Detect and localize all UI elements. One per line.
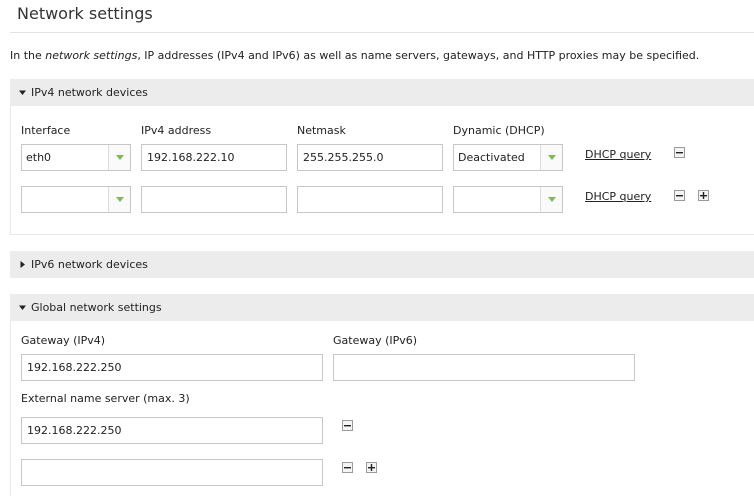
intro-suffix: , IP addresses (IPv4 and IPv6) as well a…	[137, 49, 700, 62]
dhcp-column-label: Dynamic (DHCP)	[453, 124, 545, 137]
global-section-header[interactable]: Global network settings	[10, 294, 754, 321]
minus-icon[interactable]	[342, 462, 353, 473]
nameserver-label: External name server (max. 3)	[21, 392, 190, 405]
netmask-column-label: Netmask	[297, 124, 346, 137]
dhcp-query-link-2[interactable]: DHCP query	[585, 190, 651, 203]
chevron-down-icon[interactable]	[540, 187, 562, 212]
ipv4-address-input-1[interactable]	[141, 144, 287, 171]
interface-select-1-value: eth0	[26, 151, 52, 164]
page-title: Network settings	[17, 4, 153, 23]
gateway-ipv6-label: Gateway (IPv6)	[333, 334, 418, 347]
gateway-ipv4-input[interactable]	[21, 354, 323, 381]
triangle-right-icon	[20, 261, 25, 268]
interface-column-label: Interface	[21, 124, 71, 137]
netmask-input-2[interactable]	[297, 186, 443, 213]
interface-select-1[interactable]: eth0	[21, 144, 131, 171]
global-section-body: Gateway (IPv4) Gateway (IPv6) External n…	[10, 321, 754, 496]
nameserver-input-2[interactable]	[21, 459, 323, 486]
minus-icon[interactable]	[674, 147, 685, 158]
ipv4-address-column-label: IPv4 address	[141, 124, 212, 137]
title-divider	[10, 32, 754, 33]
nameserver-input-1[interactable]	[21, 417, 323, 444]
minus-icon[interactable]	[342, 420, 353, 431]
dhcp-query-link-1[interactable]: DHCP query	[585, 148, 651, 161]
ipv4-section-title: IPv4 network devices	[31, 86, 148, 99]
ipv6-section-header[interactable]: IPv6 network devices	[10, 251, 754, 278]
triangle-down-icon	[19, 90, 26, 95]
intro-emphasis: network settings	[45, 49, 138, 62]
intro-text: In the network settings, IP addresses (I…	[10, 49, 699, 62]
ipv4-address-input-2[interactable]	[141, 186, 287, 213]
intro-prefix: In the	[10, 49, 46, 62]
minus-icon[interactable]	[674, 190, 685, 201]
chevron-down-icon[interactable]	[108, 187, 130, 212]
chevron-down-icon[interactable]	[108, 145, 130, 170]
ipv4-section-header[interactable]: IPv4 network devices	[10, 79, 754, 106]
ipv4-section-body: Interface IPv4 address Netmask Dynamic (…	[10, 106, 754, 235]
triangle-down-icon	[19, 305, 26, 310]
ipv6-section-title: IPv6 network devices	[31, 258, 148, 271]
chevron-down-icon[interactable]	[540, 145, 562, 170]
plus-icon[interactable]	[366, 462, 377, 473]
interface-select-2[interactable]	[21, 186, 131, 213]
netmask-input-1[interactable]	[297, 144, 443, 171]
global-section-title: Global network settings	[31, 301, 162, 314]
dhcp-select-1-value: Deactivated	[458, 151, 525, 164]
gateway-ipv4-label: Gateway (IPv4)	[21, 334, 106, 347]
dhcp-select-2[interactable]	[453, 186, 563, 213]
gateway-ipv6-input[interactable]	[333, 354, 635, 381]
plus-icon[interactable]	[698, 190, 709, 201]
dhcp-select-1[interactable]: Deactivated	[453, 144, 563, 171]
